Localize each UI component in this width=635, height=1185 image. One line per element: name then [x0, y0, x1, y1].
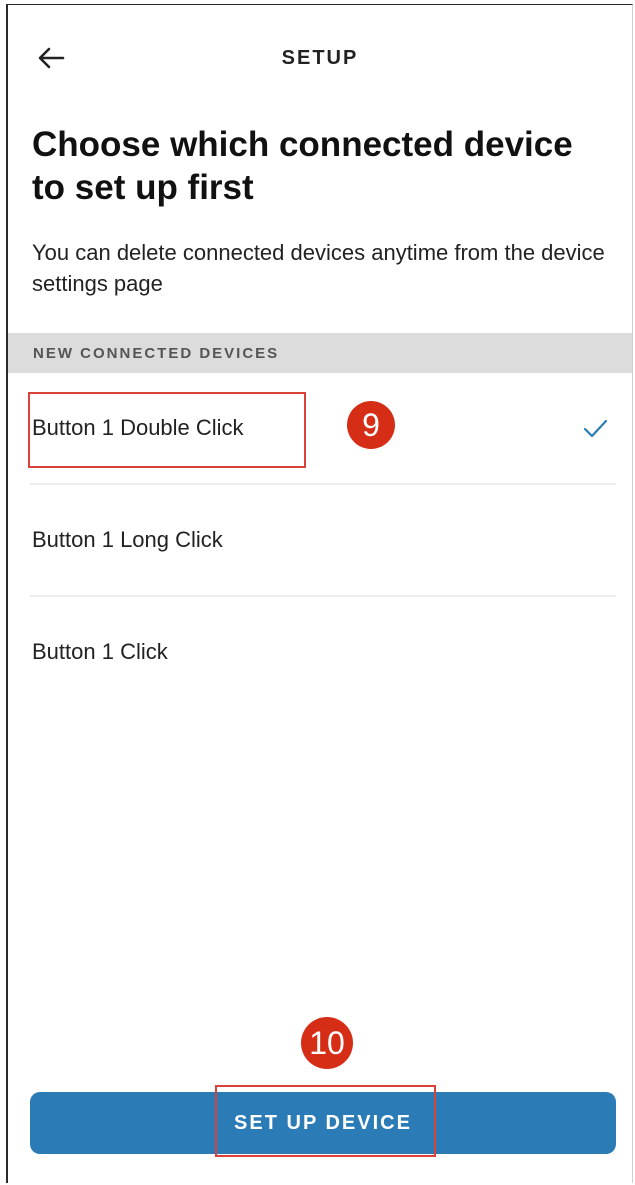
- main-heading: Choose which connected device to set up …: [32, 125, 573, 207]
- device-item-label: Button 1 Long Click: [32, 527, 223, 552]
- app-screen: SETUP Choose which connected device to s…: [6, 4, 633, 1183]
- description-text: You can delete connected devices anytime…: [32, 240, 605, 296]
- section-header: NEW CONNECTED DEVICES: [8, 333, 632, 373]
- device-item-double-click[interactable]: Button 1 Double Click: [8, 373, 632, 485]
- step-badge-10: 10: [301, 1017, 353, 1069]
- device-item-click[interactable]: Button 1 Click: [8, 597, 632, 709]
- device-item-long-click[interactable]: Button 1 Long Click: [8, 485, 632, 597]
- checkmark-icon: [583, 419, 608, 438]
- step-badge-9: 9: [347, 401, 395, 449]
- device-item-label: Button 1 Click: [32, 639, 168, 664]
- device-list: Button 1 Double Click Button 1 Long Clic…: [8, 373, 632, 709]
- set-up-device-button[interactable]: SET UP DEVICE: [30, 1092, 616, 1154]
- device-item-label: Button 1 Double Click: [32, 415, 244, 440]
- top-bar: SETUP: [8, 5, 632, 105]
- section-header-label: NEW CONNECTED DEVICES: [33, 345, 280, 362]
- page-title: SETUP: [281, 47, 359, 69]
